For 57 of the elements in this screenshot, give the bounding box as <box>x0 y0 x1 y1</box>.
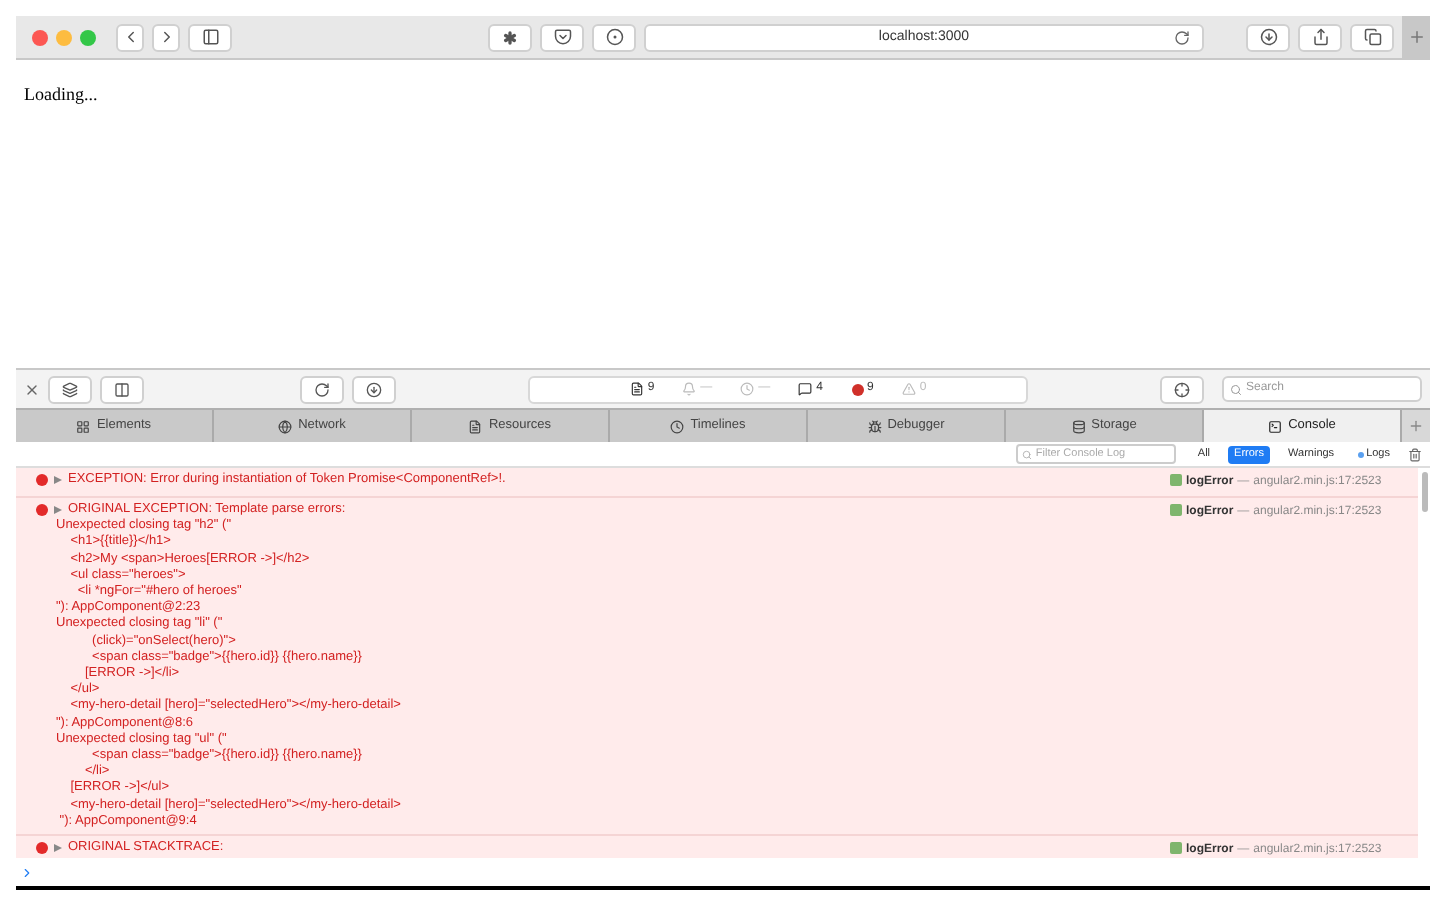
page-text: Loading... <box>24 84 98 104</box>
sidebar-button[interactable] <box>188 23 232 51</box>
document-icon <box>468 419 483 433</box>
terminal-icon <box>1268 419 1283 433</box>
grid-icon <box>76 419 91 433</box>
function-icon <box>1170 842 1182 855</box>
share-icon <box>1311 28 1329 46</box>
undock-button[interactable] <box>48 375 92 403</box>
asterisk-icon <box>500 27 520 47</box>
tabs-button[interactable] <box>1350 23 1394 51</box>
forward-button[interactable] <box>152 23 180 51</box>
error-icon <box>851 383 863 395</box>
pocket-button[interactable] <box>540 23 584 51</box>
close-icon[interactable] <box>24 381 40 397</box>
tabs-icon <box>1363 28 1381 46</box>
new-tab-button[interactable] <box>1402 15 1430 59</box>
reload-icon <box>314 381 330 397</box>
plus-icon <box>1407 28 1425 46</box>
clock-icon <box>740 382 755 396</box>
inspect-button[interactable] <box>1160 375 1204 403</box>
pocket-icon <box>553 28 571 46</box>
download-icon <box>1259 28 1277 46</box>
extension-button[interactable] <box>488 23 532 51</box>
warning-icon <box>901 382 916 396</box>
function-icon <box>1170 504 1182 516</box>
search-icon <box>1230 383 1242 395</box>
clock-icon <box>670 419 685 433</box>
bug-icon <box>867 419 882 433</box>
trash-icon[interactable] <box>1408 447 1422 461</box>
windows-icon <box>62 381 78 397</box>
disclosure-icon[interactable] <box>54 476 62 485</box>
columns-icon <box>114 381 130 397</box>
prompt-icon <box>20 865 34 879</box>
reload-button[interactable] <box>300 375 344 403</box>
share-button[interactable] <box>1298 23 1342 51</box>
function-icon <box>1170 474 1182 486</box>
extension-button[interactable] <box>592 23 636 51</box>
crosshair-icon <box>1174 381 1190 397</box>
disclosure-icon[interactable] <box>54 506 62 515</box>
message-icon <box>798 382 813 396</box>
globe-icon <box>278 419 293 433</box>
search-icon <box>1021 449 1032 459</box>
download-button[interactable] <box>352 375 396 403</box>
reload-icon[interactable] <box>1174 29 1190 45</box>
back-button[interactable] <box>116 23 144 51</box>
error-icon <box>36 474 48 487</box>
error-icon <box>36 842 48 855</box>
error-icon <box>36 504 48 517</box>
plus-icon <box>1408 418 1424 434</box>
document-icon <box>629 382 644 396</box>
dock-button[interactable] <box>100 375 144 403</box>
downloads-button[interactable] <box>1246 23 1290 51</box>
circle-icon <box>605 28 623 46</box>
bell-icon <box>682 382 697 396</box>
download-icon <box>366 381 382 397</box>
sidebar-icon <box>201 28 219 46</box>
database-icon <box>1071 419 1086 433</box>
